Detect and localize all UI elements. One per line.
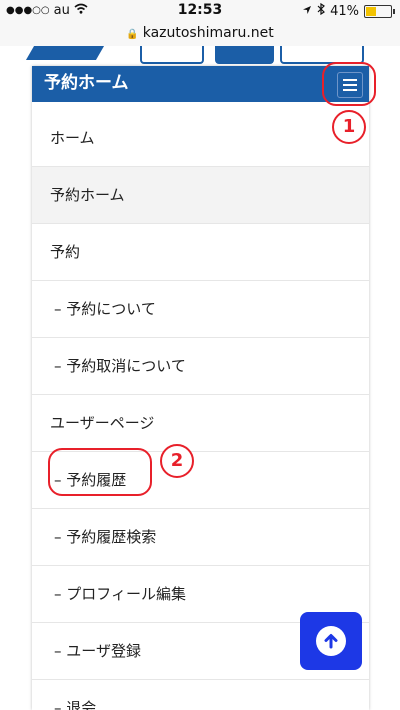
arrow-up-icon <box>316 626 346 656</box>
header-nav-box <box>215 46 274 64</box>
callout-hamburger-highlight <box>322 62 376 106</box>
annotation-number-2: 2 <box>160 444 194 478</box>
scroll-to-top-button[interactable] <box>300 612 362 670</box>
menu-item-reservation-home[interactable]: 予約ホーム <box>32 167 369 224</box>
menu-item-history-search[interactable]: – 予約履歴検索 <box>32 509 369 566</box>
url-text: kazutoshimaru.net <box>142 25 274 41</box>
callout-history-highlight <box>48 448 152 496</box>
menu-item-home[interactable]: ホーム <box>32 110 369 167</box>
header-nav-box <box>140 46 204 64</box>
bluetooth-icon <box>317 2 326 19</box>
battery-icon <box>364 4 395 18</box>
url-bar[interactable]: 🔒 kazutoshimaru.net <box>0 22 400 46</box>
menu-title: 予約ホーム <box>44 73 129 93</box>
menu-header: 予約ホーム <box>32 66 369 102</box>
menu-item-about-reservation[interactable]: – 予約について <box>32 281 369 338</box>
battery-percent: 41% <box>330 3 359 19</box>
annotation-number-1: 1 <box>332 110 366 144</box>
menu-item-user-page[interactable]: ユーザーページ <box>32 395 369 452</box>
menu-item-reservation[interactable]: 予約 <box>32 224 369 281</box>
menu-item-withdraw[interactable]: – 退会 <box>32 680 369 710</box>
status-bar: ●●●○○ au 12:53 41% <box>0 0 400 22</box>
status-right: 41% <box>302 2 395 19</box>
logo-shape <box>25 46 105 60</box>
location-icon <box>302 4 312 19</box>
menu-item-about-cancellation[interactable]: – 予約取消について <box>32 338 369 395</box>
lock-icon: 🔒 <box>126 29 139 40</box>
